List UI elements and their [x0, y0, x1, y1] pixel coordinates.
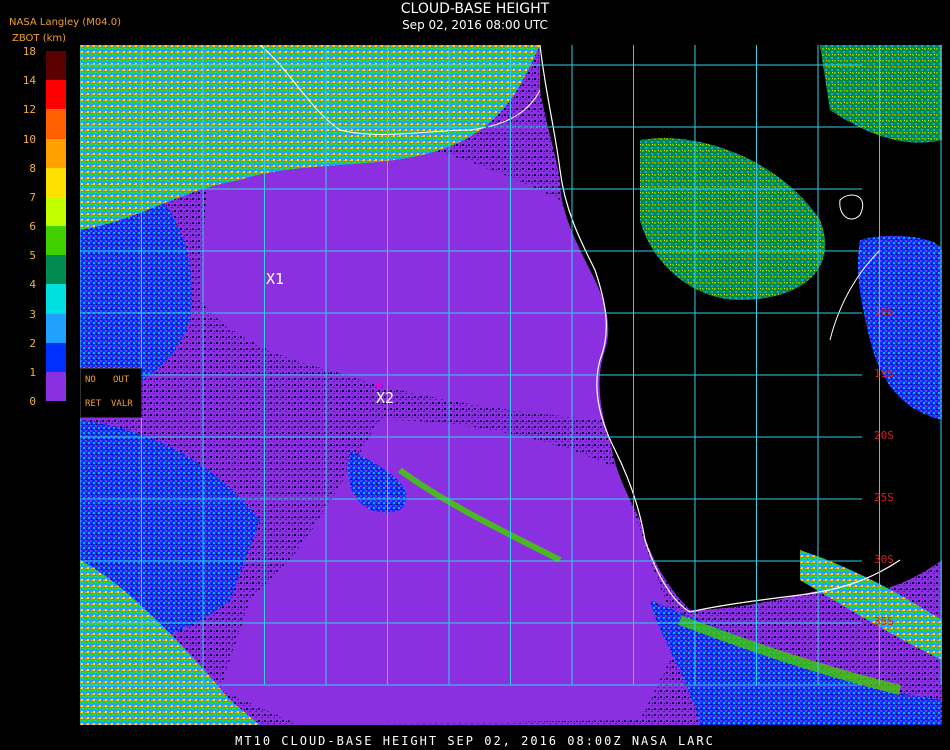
marker-x2-label: X2 — [376, 389, 394, 407]
legend-no: NO — [85, 375, 96, 385]
legend-ret: RET — [85, 399, 102, 409]
legend-out: OUT — [113, 375, 130, 385]
latitude-label: 30S — [874, 553, 894, 566]
no-retrieval-legend: NO OUT RET VALR — [80, 368, 142, 418]
latitude-label: 10S — [874, 305, 894, 318]
marker-x1: X1 — [266, 270, 284, 288]
latitude-label: 25S — [874, 491, 894, 504]
marker-x2-dot — [376, 382, 382, 388]
latitude-label: 15S — [874, 367, 894, 380]
marker-x1-label: X1 — [266, 270, 284, 288]
latitude-label: 35S — [874, 615, 894, 628]
footer-caption: MT10 CLOUD-BASE HEIGHT SEP 02, 2016 08:0… — [235, 734, 715, 748]
satellite-map: 10S 15S 20S 25S 30S 35S X1 X2 — [80, 45, 942, 725]
latitude-label: 20S — [874, 429, 894, 442]
legend-valr: VALR — [111, 399, 133, 409]
